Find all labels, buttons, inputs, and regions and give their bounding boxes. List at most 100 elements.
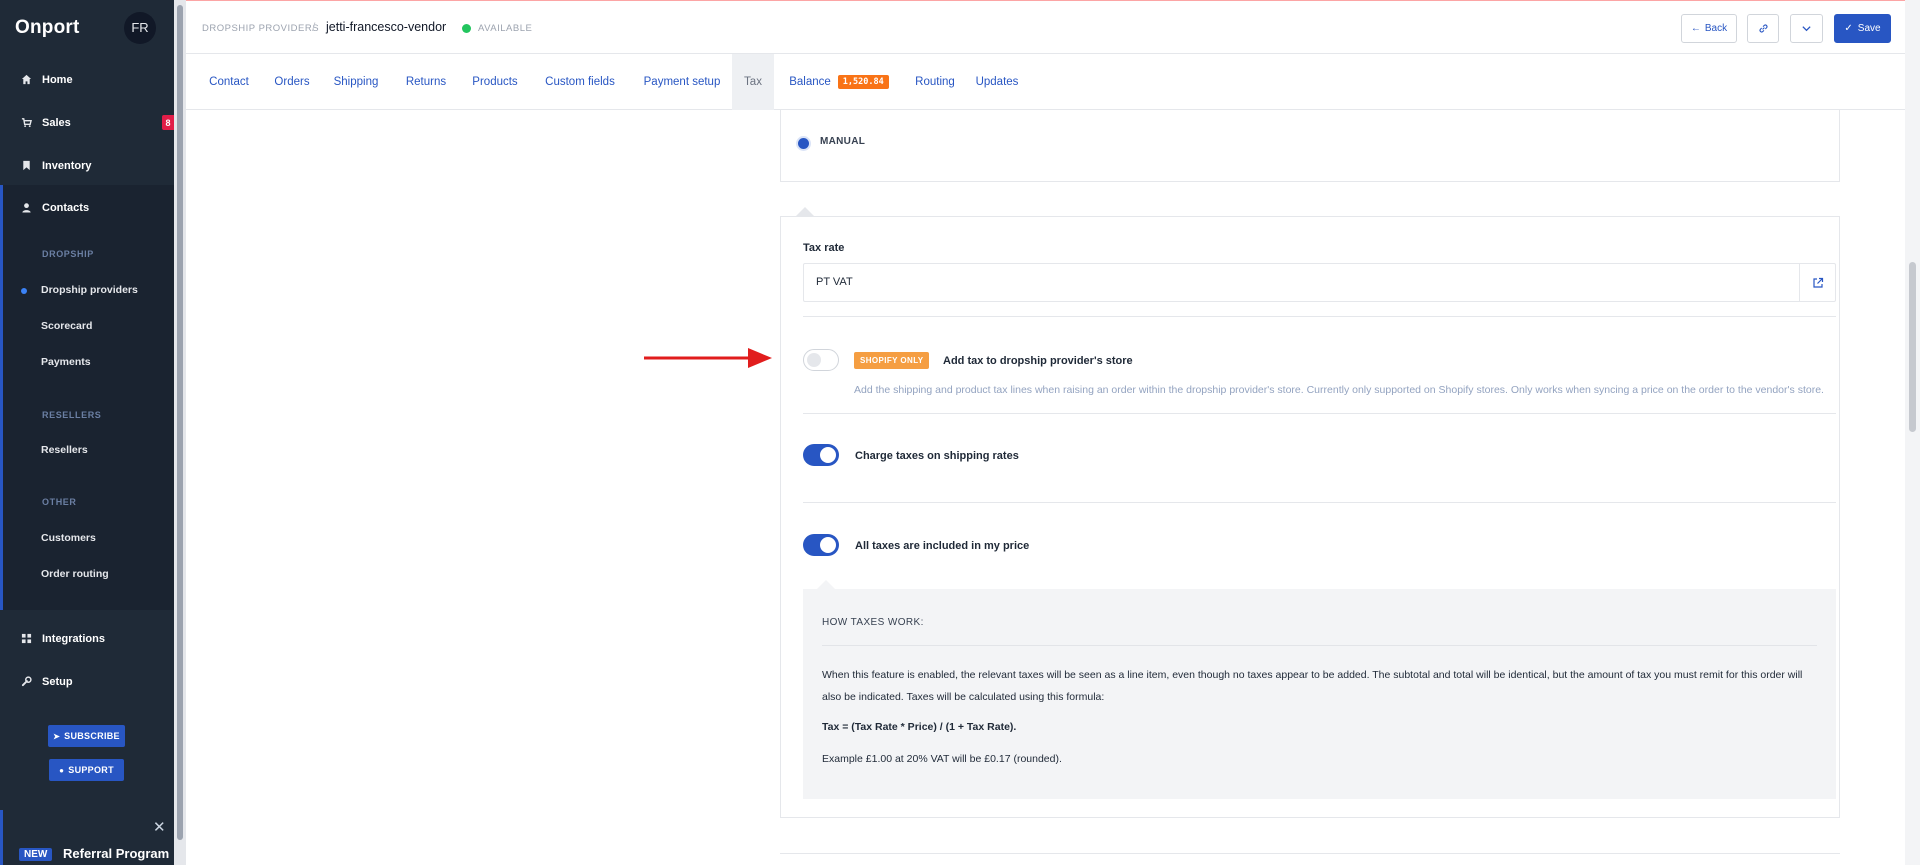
sidebar-item-dropship-providers[interactable]: Dropship providers	[41, 284, 138, 296]
subscribe-label: SUBSCRIBE	[64, 731, 120, 741]
tab-label: Tax	[744, 76, 762, 88]
info-heading: HOW TAXES WORK:	[822, 617, 924, 628]
arrow-right-icon	[644, 348, 772, 368]
page-title: jetti-francesco-vendor	[326, 20, 447, 34]
sidebar-item-setup[interactable]: Setup	[0, 660, 174, 703]
tab-shipping[interactable]: Shipping	[326, 54, 386, 110]
tab-bar: Contact Orders Shipping Returns Products…	[186, 54, 1905, 110]
open-external-button[interactable]	[1799, 264, 1835, 301]
tab-custom-fields[interactable]: Custom fields	[537, 54, 623, 110]
tab-label: Returns	[405, 76, 447, 88]
tab-returns[interactable]: Returns	[398, 54, 454, 110]
tab-label: Payment setup	[643, 76, 721, 88]
sidebar-item-resellers[interactable]: Resellers	[41, 444, 88, 456]
save-button[interactable]: ✓ Save	[1834, 14, 1891, 43]
cart-icon	[20, 117, 32, 129]
tab-payment-setup[interactable]: Payment setup	[635, 54, 729, 110]
tab-orders[interactable]: Orders	[269, 54, 315, 110]
info-pointer	[817, 580, 835, 589]
app-logo[interactable]: Onport	[15, 17, 80, 39]
tab-contact[interactable]: Contact	[202, 54, 256, 110]
more-dropdown-button[interactable]	[1790, 14, 1823, 43]
sidebar-item-label: Home	[42, 73, 73, 86]
sidebar-item-label: Contacts	[42, 201, 90, 214]
add-tax-store-title: Add tax to dropship provider's store	[943, 355, 1133, 367]
active-indicator-dot	[21, 288, 27, 294]
manual-radio-label[interactable]: MANUAL	[820, 136, 865, 147]
main-content: DROPSHIP PROVIDERS / jetti-francesco-ven…	[186, 0, 1905, 865]
arrow-left-icon: ←	[1690, 23, 1701, 34]
contacts-submenu: Contacts DROPSHIP Dropship providers Sco…	[0, 185, 174, 610]
chevron-down-icon	[1802, 26, 1811, 32]
tab-label: Balance	[789, 76, 831, 88]
referral-label[interactable]: Referral Program	[63, 846, 169, 861]
grid-icon	[20, 633, 32, 645]
sidebar-item-sales[interactable]: Sales	[0, 101, 174, 144]
tab-products[interactable]: Products	[466, 54, 524, 110]
tax-rate-label: Tax rate	[803, 242, 845, 254]
panel-pointer	[796, 207, 814, 216]
sidebar-item-label: Setup	[42, 675, 73, 688]
tax-formula: Tax = (Tax Rate * Price) / (1 + Tax Rate…	[822, 721, 1017, 733]
submenu-heading-other: OTHER	[42, 497, 77, 507]
sidebar-item-inventory[interactable]: Inventory	[0, 144, 174, 187]
breadcrumb-separator: /	[312, 20, 316, 34]
tab-label: Products	[472, 76, 518, 88]
divider	[803, 413, 1836, 414]
tax-rate-select[interactable]: PT VAT	[803, 263, 1836, 302]
referral-banner[interactable]: ✕ NEW Referral Program	[0, 810, 174, 865]
send-icon: ➤	[53, 731, 61, 741]
next-panel-edge	[780, 853, 1840, 854]
support-label: SUPPORT	[68, 765, 114, 775]
avatar[interactable]: FR	[124, 11, 156, 44]
submenu-heading-resellers: RESELLERS	[42, 410, 102, 420]
tab-label: Routing	[915, 76, 955, 88]
tab-updates[interactable]: Updates	[970, 54, 1024, 110]
scrollbar-thumb[interactable]	[177, 5, 183, 840]
support-button[interactable]: ● SUPPORT	[49, 759, 124, 781]
back-button[interactable]: ← Back	[1681, 14, 1737, 43]
tab-label: Custom fields	[545, 76, 615, 88]
charge-tax-shipping-toggle[interactable]	[803, 444, 839, 466]
sidebar: Onport FR Home Sales 8 Inventory Contact…	[0, 0, 174, 865]
add-tax-store-toggle[interactable]	[803, 349, 839, 371]
sidebar-item-home[interactable]: Home	[0, 58, 174, 101]
scrollbar-thumb[interactable]	[1909, 262, 1916, 432]
add-tax-store-description: Add the shipping and product tax lines w…	[854, 384, 1824, 396]
sidebar-item-label: Integrations	[42, 632, 105, 645]
wrench-icon	[20, 676, 32, 688]
main-scrollbar[interactable]	[1905, 0, 1920, 865]
manual-radio[interactable]	[798, 138, 809, 149]
tab-routing[interactable]: Routing	[912, 54, 958, 110]
divider	[822, 645, 1817, 646]
sidebar-item-integrations[interactable]: Integrations	[0, 617, 174, 660]
page-header: DROPSHIP PROVIDERS / jetti-francesco-ven…	[186, 1, 1905, 54]
sidebar-scrollbar[interactable]	[174, 0, 186, 865]
info-paragraph: When this feature is enabled, the releva…	[822, 669, 1803, 703]
tax-example: Example £1.00 at 20% VAT will be £0.17 (…	[822, 753, 1062, 765]
user-icon	[20, 202, 32, 214]
sidebar-item-contacts[interactable]: Contacts	[0, 186, 174, 229]
tab-balance[interactable]: Balance 1,520.84	[786, 54, 892, 110]
toggle-knob	[820, 447, 836, 463]
link-icon	[1758, 24, 1768, 33]
breadcrumb-parent[interactable]: DROPSHIP PROVIDERS	[202, 23, 319, 34]
bookmark-icon	[20, 160, 32, 172]
link-button[interactable]	[1747, 14, 1779, 43]
sidebar-item-customers[interactable]: Customers	[41, 532, 96, 544]
save-label: Save	[1857, 23, 1881, 34]
toggle-knob	[807, 353, 821, 367]
home-icon	[20, 74, 32, 86]
taxes-included-toggle[interactable]	[803, 534, 839, 556]
close-icon[interactable]: ✕	[153, 818, 166, 836]
balance-badge: 1,520.84	[837, 75, 889, 89]
sidebar-item-order-routing[interactable]: Order routing	[41, 568, 109, 580]
check-icon: ✓	[1844, 23, 1853, 34]
status-badge: AVAILABLE	[478, 23, 533, 34]
sidebar-item-payments[interactable]: Payments	[41, 356, 91, 368]
sidebar-item-scorecard[interactable]: Scorecard	[41, 320, 92, 332]
tab-tax[interactable]: Tax	[732, 54, 774, 110]
tax-rate-value: PT VAT	[816, 276, 853, 288]
subscribe-button[interactable]: ➤ SUBSCRIBE	[48, 725, 125, 747]
how-taxes-work-box: HOW TAXES WORK: When this feature is ena…	[803, 589, 1836, 799]
